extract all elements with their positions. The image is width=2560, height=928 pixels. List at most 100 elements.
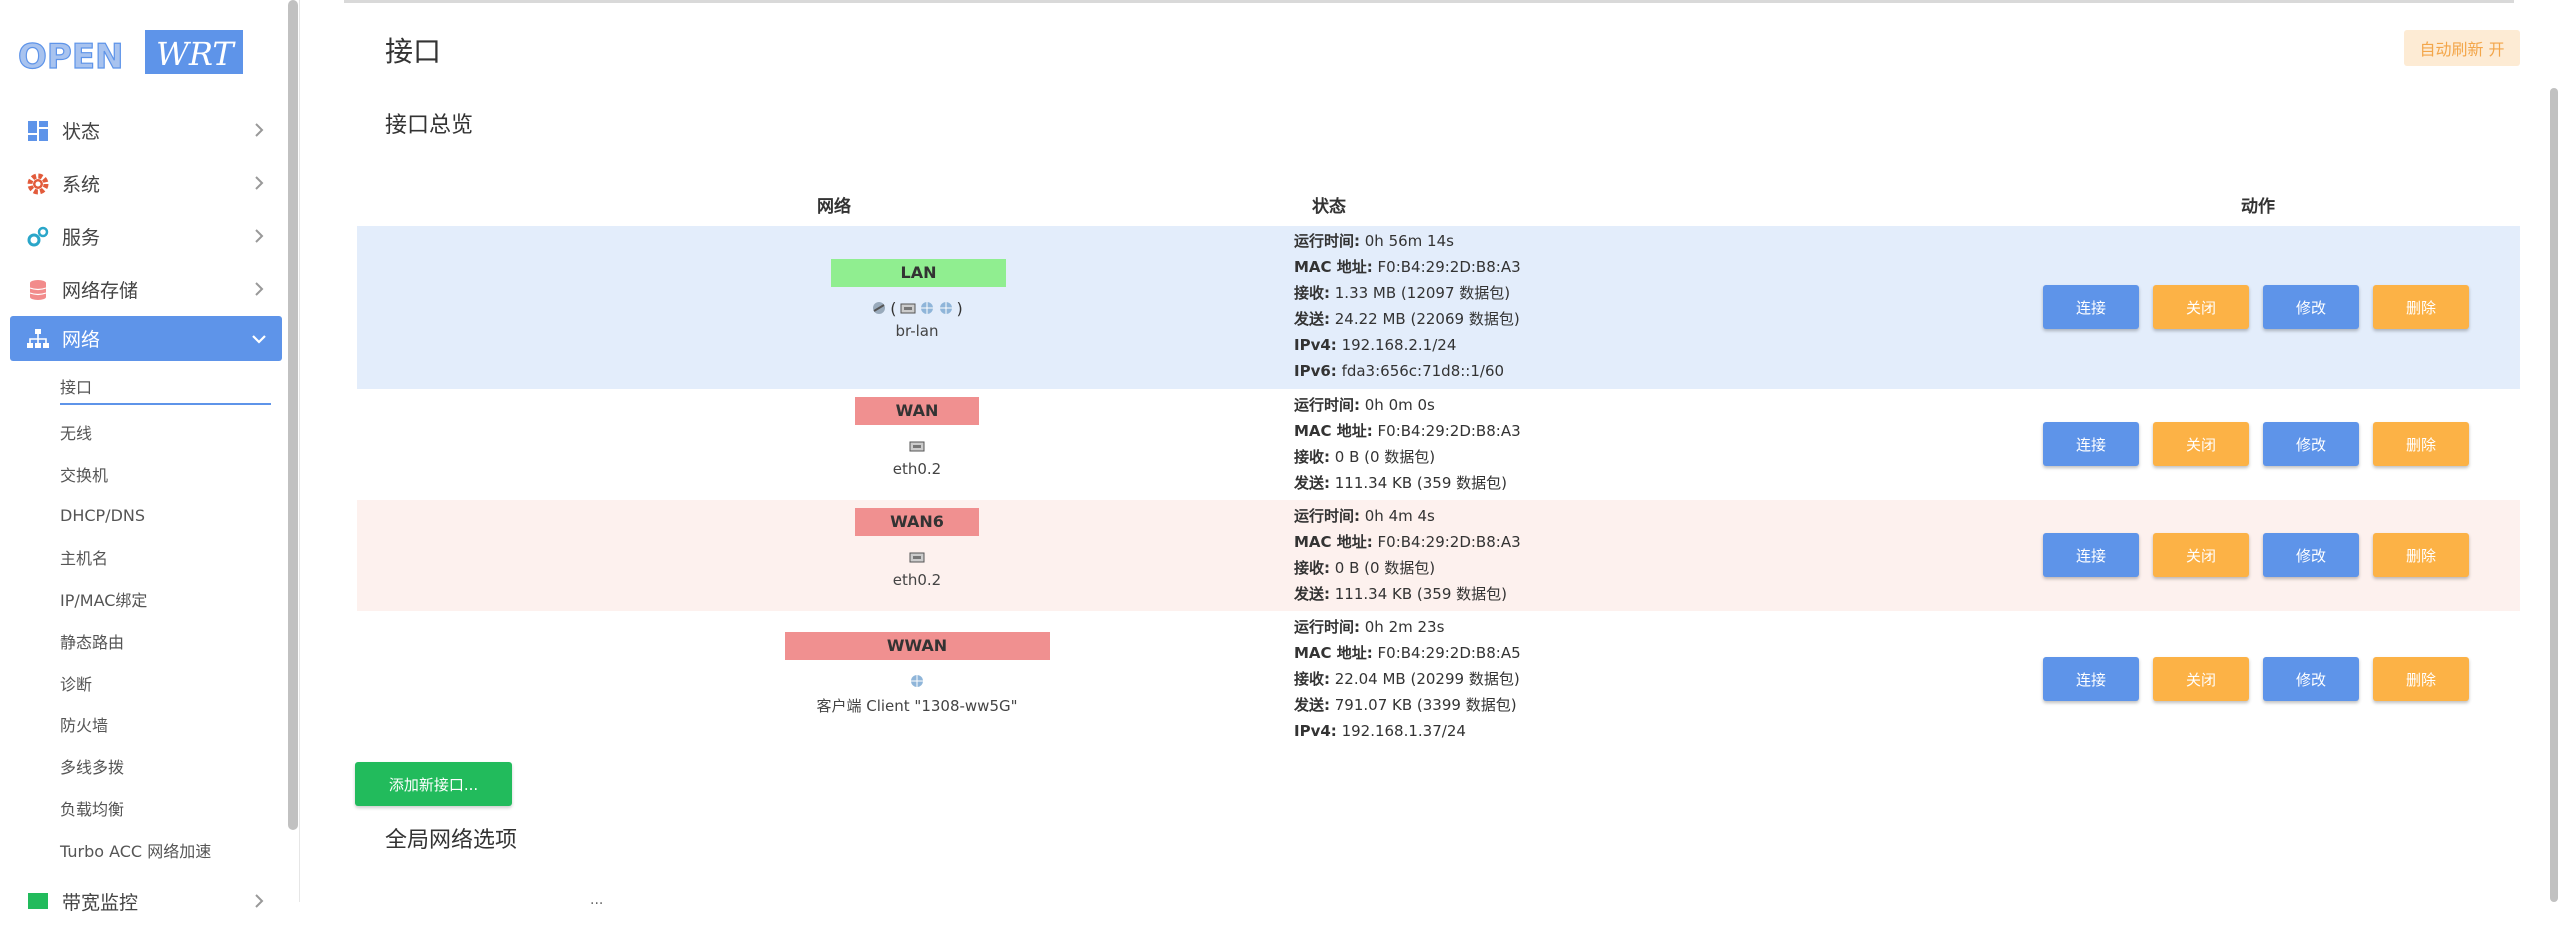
sidebar-item-network[interactable]: 网络 (10, 316, 282, 361)
edit-button[interactable]: 修改 (2263, 285, 2359, 329)
connect-button[interactable]: 连接 (2043, 422, 2139, 466)
auto-refresh-toggle[interactable]: 自动刷新 开 (2404, 30, 2520, 66)
sidebar-item-status[interactable]: 状态 (10, 104, 282, 157)
sidebar-subitem-dhcp-dns[interactable]: DHCP/DNS (60, 495, 282, 537)
status-line: 发送: 791.07 KB (3399 数据包) (1294, 696, 1517, 714)
global-options-title: 全局网络选项 (385, 828, 518, 853)
page-scrollbar[interactable] (2550, 88, 2558, 902)
wifi-globe-icon (939, 302, 952, 314)
stop-button[interactable]: 关闭 (2153, 422, 2249, 466)
device-icons (507, 435, 1327, 457)
sidebar-item-label: 服务 (62, 227, 101, 249)
network-cell: WAN6 eth0.2 (357, 508, 1327, 589)
stop-button[interactable]: 关闭 (2153, 657, 2249, 701)
actions-cell: 连接 关闭 修改 删除 (2043, 422, 2469, 466)
sidebar-item-system[interactable]: 系统 (10, 157, 282, 210)
delete-button[interactable]: 删除 (2373, 533, 2469, 577)
status-line: 发送: 111.34 KB (359 数据包) (1294, 474, 1508, 492)
edit-button[interactable]: 修改 (2263, 533, 2359, 577)
interface-badge[interactable]: WWAN (784, 632, 1050, 660)
table-row: WWAN 客户端 Client "1308-ww5G" 运行时间: 0h 2m … (357, 611, 2520, 748)
logo-open-text: OPEN (18, 37, 124, 77)
section-title: 接口总览 (385, 113, 474, 138)
connect-button[interactable]: 连接 (2043, 657, 2139, 701)
chevron-down-icon (252, 335, 266, 344)
device-name: eth0.2 (892, 571, 942, 589)
status-line: MAC 地址: F0:B4:29:2D:B8:A3 (1294, 422, 1521, 440)
status-line: 发送: 111.34 KB (359 数据包) (1294, 585, 1508, 603)
device-name: eth0.2 (892, 460, 942, 478)
chart-icon (28, 893, 48, 910)
sidebar-item-storage[interactable]: 网络存储 (10, 263, 282, 316)
status-line: 运行时间: 0h 0m 0s (1294, 396, 1435, 414)
sidebar-subitem-ip-mac-binding[interactable]: IP/MAC绑定 (60, 578, 282, 620)
status-line: 接收: 1.33 MB (12097 数据包) (1294, 284, 1511, 302)
network-cell: WWAN 客户端 Client "1308-ww5G" (357, 632, 1327, 716)
sidebar-item-bandwidth[interactable]: 带宽监控 (10, 875, 282, 928)
delete-button[interactable]: 删除 (2373, 422, 2469, 466)
network-submenu: 接口 无线 交换机 DHCP/DNS 主机名 IP/MAC绑定 静态路由 诊断 … (10, 369, 282, 871)
stop-button[interactable]: 关闭 (2153, 533, 2249, 577)
status-cell: 运行时间: 0h 4m 4s MAC 地址: F0:B4:29:2D:B8:A3… (1294, 503, 1521, 607)
status-cell: 运行时间: 0h 2m 23s MAC 地址: F0:B4:29:2D:B8:A… (1294, 614, 1521, 744)
chevron-right-icon (255, 282, 264, 296)
network-cell: LAN ( ) br-lan (357, 259, 1327, 340)
table-row: WAN6 eth0.2 运行时间: 0h 4m 4s MAC 地址: F0:B4… (357, 500, 2520, 611)
actions-cell: 连接 关闭 修改 删除 (2043, 285, 2469, 329)
interface-badge[interactable]: WAN6 (855, 508, 979, 536)
status-line: MAC 地址: F0:B4:29:2D:B8:A3 (1294, 258, 1521, 276)
sidebar-subitem-static-routes[interactable]: 静态路由 (60, 620, 282, 662)
device-icons (507, 670, 1327, 692)
ethernet-port-icon (900, 303, 915, 314)
sidebar-subitem-load-balance[interactable]: 负载均衡 (60, 787, 282, 829)
sidebar-subitem-wireless[interactable]: 无线 (60, 411, 282, 453)
sidebar-item-services[interactable]: 服务 (10, 210, 282, 263)
status-cell: 运行时间: 0h 0m 0s MAC 地址: F0:B4:29:2D:B8:A3… (1294, 392, 1521, 496)
sidebar-subitem-firewall[interactable]: 防火墙 (60, 704, 282, 746)
connect-button[interactable]: 连接 (2043, 285, 2139, 329)
stop-button[interactable]: 关闭 (2153, 285, 2249, 329)
status-cell: 运行时间: 0h 56m 14s MAC 地址: F0:B4:29:2D:B8:… (1294, 228, 1521, 384)
column-header-network: 网络 (817, 197, 851, 217)
actions-cell: 连接 关闭 修改 删除 (2043, 533, 2469, 577)
sidebar-subitem-switch[interactable]: 交换机 (60, 453, 282, 495)
sidebar-item-label: 网络 (62, 329, 101, 351)
actions-cell: 连接 关闭 修改 删除 (2043, 657, 2469, 701)
top-border (344, 0, 2514, 3)
sidebar-subitem-hostnames[interactable]: 主机名 (60, 536, 282, 578)
status-line: 接收: 0 B (0 数据包) (1294, 559, 1436, 577)
status-line: 接收: 0 B (0 数据包) (1294, 448, 1436, 466)
status-line: IPv6: fda3:656c:71d8::1/60 (1294, 362, 1505, 380)
delete-button[interactable]: 删除 (2373, 657, 2469, 701)
sidebar-item-label: 状态 (62, 121, 101, 143)
add-interface-button[interactable]: 添加新接口... (355, 762, 512, 806)
edit-button[interactable]: 修改 (2263, 422, 2359, 466)
sidebar-scrollbar[interactable] (288, 0, 298, 830)
sidebar-item-label: 系统 (62, 174, 101, 196)
status-line: 运行时间: 0h 56m 14s (1294, 232, 1454, 250)
column-header-actions: 动作 (2241, 197, 2275, 217)
sidebar-subitem-turbo-acc[interactable]: Turbo ACC 网络加速 (60, 829, 282, 871)
interface-badge[interactable]: WAN (855, 397, 979, 425)
device-paren-open: ( (890, 298, 897, 318)
status-line: 发送: 24.22 MB (22069 数据包) (1294, 310, 1520, 328)
database-icon (29, 279, 47, 300)
delete-button[interactable]: 删除 (2373, 285, 2469, 329)
status-line: 运行时间: 0h 2m 23s (1294, 618, 1445, 636)
table-header: 网络 状态 动作 (357, 180, 2520, 226)
main-menu: 状态 系统 服务 网络存储 网络 接口 无线 交换机 DHCP/DNS 主机名 … (10, 104, 282, 928)
gear-icon (27, 173, 49, 194)
chevron-right-icon (255, 123, 264, 137)
sidebar-subitem-multiwan-dial[interactable]: 多线多拨 (60, 745, 282, 787)
interface-badge[interactable]: LAN (831, 259, 1006, 287)
connect-button[interactable]: 连接 (2043, 533, 2139, 577)
openwrt-logo[interactable]: OPEN WRT (18, 28, 243, 78)
sidebar-item-label: 带宽监控 (62, 891, 139, 914)
edit-button[interactable]: 修改 (2263, 657, 2359, 701)
sidebar-item-label: 网络存储 (62, 280, 139, 302)
status-line: IPv4: 192.168.2.1/24 (1294, 336, 1457, 354)
device-icons (507, 546, 1327, 568)
ethernet-port-icon (909, 441, 925, 452)
sidebar-subitem-interfaces[interactable]: 接口 (60, 369, 271, 405)
sidebar-subitem-diagnostics[interactable]: 诊断 (60, 662, 282, 704)
